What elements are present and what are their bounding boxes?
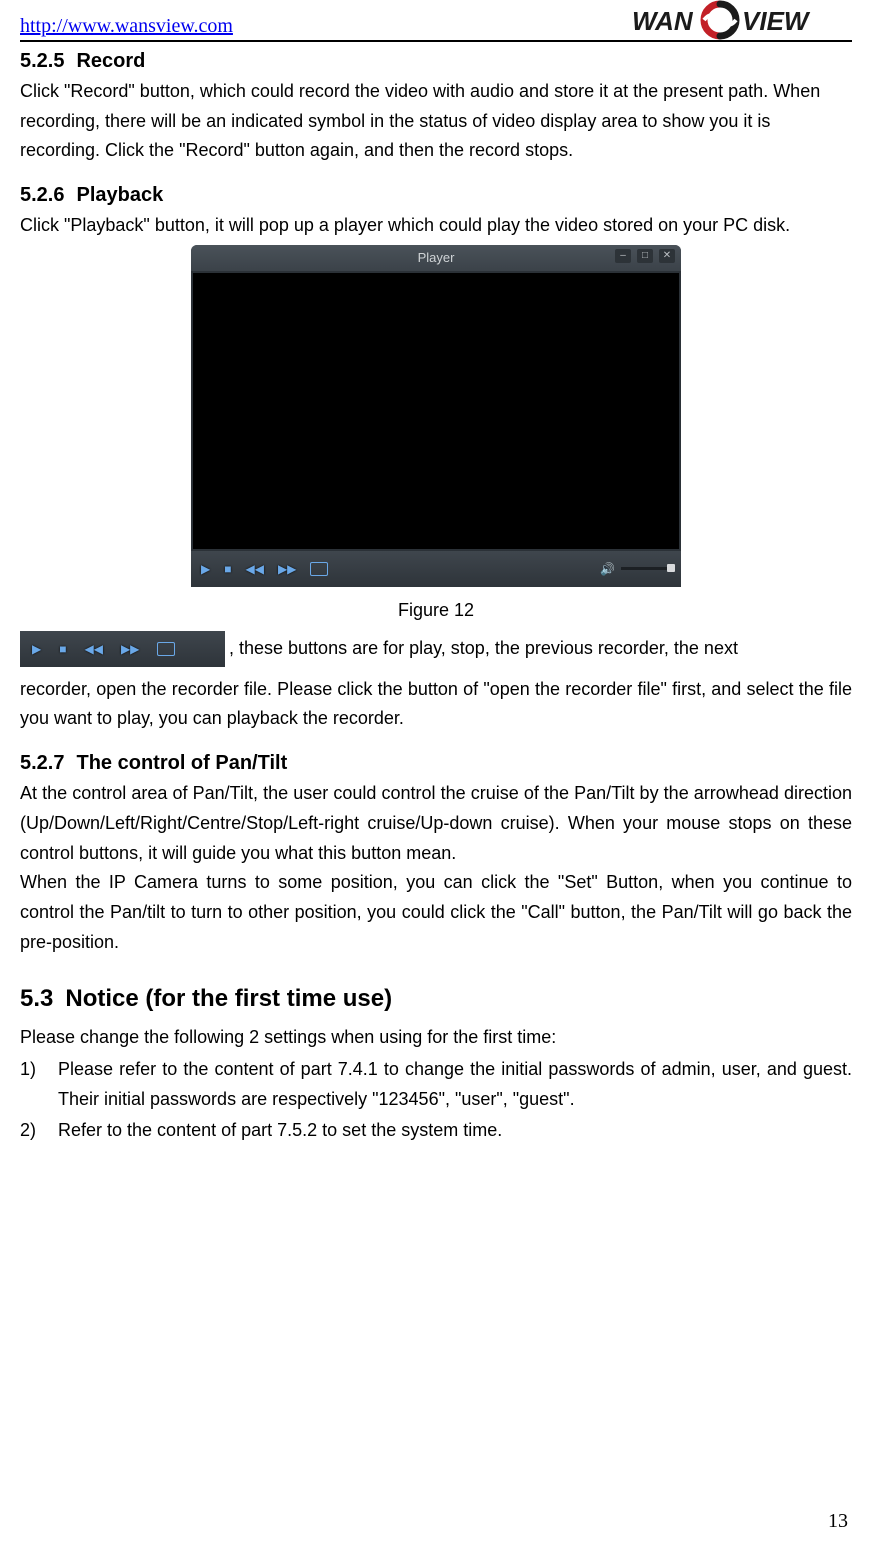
- player-controls-left: ▶ ■ ◀◀ ▶▶: [201, 562, 328, 576]
- list-item-text: Please refer to the content of part 7.4.…: [58, 1055, 852, 1114]
- body-5-2-5: Click "Record" button, which could recor…: [20, 77, 852, 166]
- prev-icon[interactable]: ◀◀: [245, 562, 263, 576]
- body-5-2-7-p2: When the IP Camera turns to some positio…: [20, 868, 852, 957]
- player-video-area: [191, 271, 681, 551]
- list-item: 1) Please refer to the content of part 7…: [20, 1055, 852, 1114]
- controls-desc-inline: , these buttons are for play, stop, the …: [229, 634, 738, 663]
- player-titlebar: Player – □ ✕: [191, 245, 681, 271]
- heading-number: 5.3: [20, 985, 53, 1013]
- prev-icon[interactable]: ◀◀: [84, 642, 102, 656]
- player-window: Player – □ ✕ ▶ ■ ◀◀ ▶▶ 🔊: [191, 245, 681, 587]
- controls-desc-cont: recorder, open the recorder file. Please…: [20, 675, 852, 734]
- heading-5-2-5: 5.2.5 Record: [20, 50, 852, 73]
- wansview-logo-icon: WAN VIEW: [632, 0, 852, 42]
- figure-12-caption: Figure 12: [20, 600, 852, 621]
- body-5-3-intro: Please change the following 2 settings w…: [20, 1023, 852, 1053]
- heading-number: 5.2.6: [20, 184, 64, 207]
- maximize-button[interactable]: □: [637, 249, 653, 263]
- figure-12: Player – □ ✕ ▶ ■ ◀◀ ▶▶ 🔊: [20, 245, 852, 592]
- heading-title: Notice (for the first time use): [65, 985, 392, 1013]
- inline-controls-row: ▶ ■ ◀◀ ▶▶ , these buttons are for play, …: [20, 631, 852, 667]
- list-item-number: 2): [20, 1116, 44, 1146]
- stop-icon[interactable]: ■: [224, 562, 231, 576]
- first-use-list: 1) Please refer to the content of part 7…: [20, 1055, 852, 1146]
- minimize-button[interactable]: –: [615, 249, 631, 263]
- heading-5-3: 5.3 Notice (for the first time use): [20, 985, 852, 1013]
- heading-5-2-6: 5.2.6 Playback: [20, 184, 852, 207]
- inline-controls-strip: ▶ ■ ◀◀ ▶▶: [20, 631, 225, 667]
- list-item-number: 1): [20, 1055, 44, 1114]
- heading-number: 5.2.5: [20, 50, 64, 73]
- body-5-2-6: Click "Playback" button, it will pop up …: [20, 211, 852, 241]
- heading-title: The control of Pan/Tilt: [76, 752, 287, 775]
- svg-text:VIEW: VIEW: [742, 6, 811, 36]
- play-icon[interactable]: ▶: [201, 562, 210, 576]
- player-controls-bar: ▶ ■ ◀◀ ▶▶ 🔊: [191, 551, 681, 587]
- brand-logo: WAN VIEW: [632, 0, 852, 40]
- play-icon[interactable]: ▶: [32, 642, 41, 656]
- volume-control[interactable]: 🔊: [600, 562, 671, 576]
- volume-slider[interactable]: [621, 567, 671, 570]
- titlebar-controls: – □ ✕: [615, 249, 675, 263]
- body-5-2-7-p1: At the control area of Pan/Tilt, the use…: [20, 779, 852, 868]
- page-number: 13: [828, 1510, 848, 1533]
- page-header: http://www.wansview.com WAN VIEW: [20, 0, 852, 42]
- header-link[interactable]: http://www.wansview.com: [20, 15, 233, 40]
- list-item-text: Refer to the content of part 7.5.2 to se…: [58, 1116, 852, 1146]
- heading-title: Record: [76, 50, 145, 73]
- list-item: 2) Refer to the content of part 7.5.2 to…: [20, 1116, 852, 1146]
- next-icon[interactable]: ▶▶: [278, 562, 296, 576]
- player-title: Player: [418, 250, 455, 265]
- close-button[interactable]: ✕: [659, 249, 675, 263]
- svg-text:WAN: WAN: [632, 6, 694, 36]
- open-file-icon[interactable]: [310, 562, 328, 576]
- heading-number: 5.2.7: [20, 752, 64, 775]
- speaker-icon: 🔊: [600, 562, 615, 576]
- heading-5-2-7: 5.2.7 The control of Pan/Tilt: [20, 752, 852, 775]
- heading-title: Playback: [76, 184, 163, 207]
- next-icon[interactable]: ▶▶: [121, 642, 139, 656]
- open-file-icon[interactable]: [157, 642, 175, 656]
- stop-icon[interactable]: ■: [59, 642, 66, 656]
